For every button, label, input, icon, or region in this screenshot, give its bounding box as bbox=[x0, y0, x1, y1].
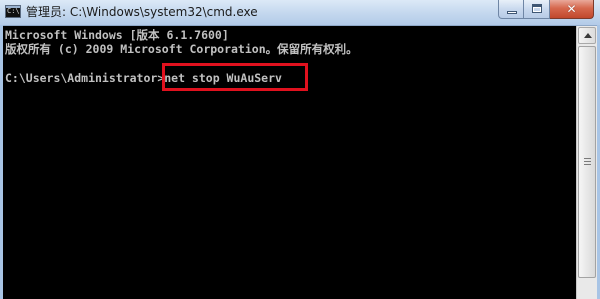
scroll-grip-line bbox=[584, 161, 591, 162]
minimize-icon bbox=[507, 11, 517, 14]
maximize-icon bbox=[532, 4, 542, 13]
minimize-button[interactable] bbox=[498, 0, 524, 19]
scroll-grip-line bbox=[584, 158, 591, 159]
close-button[interactable]: ✕ bbox=[550, 0, 594, 19]
vertical-scrollbar[interactable] bbox=[576, 26, 597, 299]
cmd-window: C:\ 管理员: C:\Windows\system32\cmd.exe ✕ M… bbox=[0, 0, 600, 299]
console-output[interactable]: Microsoft Windows [版本 6.1.7600] 版权所有 (c)… bbox=[3, 26, 576, 299]
cmd-icon-prompt: C:\ bbox=[7, 7, 20, 15]
console-line-copyright: 版权所有 (c) 2009 Microsoft Corporation。保留所有… bbox=[5, 42, 358, 56]
scroll-thumb[interactable] bbox=[578, 46, 596, 278]
maximize-button[interactable] bbox=[524, 0, 550, 19]
close-icon: ✕ bbox=[566, 2, 577, 16]
scroll-grip-line bbox=[584, 164, 591, 165]
console-line-version: Microsoft Windows [版本 6.1.7600] bbox=[5, 28, 229, 42]
window-title: 管理员: C:\Windows\system32\cmd.exe bbox=[26, 5, 258, 19]
title-bar[interactable]: C:\ 管理员: C:\Windows\system32\cmd.exe ✕ bbox=[0, 0, 600, 26]
command-highlight-box bbox=[162, 63, 308, 91]
scroll-up-arrow-icon[interactable] bbox=[578, 27, 596, 44]
caption-buttons: ✕ bbox=[498, 0, 594, 20]
cmd-icon[interactable]: C:\ bbox=[5, 5, 21, 18]
